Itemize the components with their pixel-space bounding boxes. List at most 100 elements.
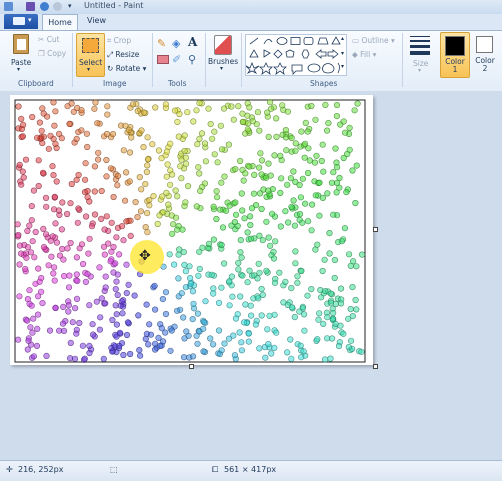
canvas-dot bbox=[231, 218, 238, 226]
canvas-dot bbox=[140, 109, 148, 116]
copy-button[interactable]: ❐ Copy bbox=[38, 49, 66, 58]
resize-handle-right[interactable] bbox=[373, 227, 378, 232]
canvas-dot bbox=[104, 111, 111, 118]
canvas-dot bbox=[258, 171, 265, 178]
canvas-dot bbox=[259, 237, 266, 244]
canvas-dot bbox=[215, 327, 223, 334]
move-cursor-icon: ✥ bbox=[139, 248, 151, 264]
canvas-size: 561 × 417px bbox=[224, 465, 277, 474]
canvas-dot bbox=[23, 254, 30, 261]
paste-button[interactable]: Paste ▾ bbox=[8, 34, 34, 76]
magnifier-tool[interactable]: ⚲ bbox=[188, 53, 196, 66]
canvas-dot bbox=[74, 277, 81, 284]
selection-size-icon: ⬚ bbox=[110, 465, 118, 474]
canvas-dot bbox=[91, 188, 98, 195]
canvas-dot bbox=[20, 174, 27, 181]
canvas-dot bbox=[276, 269, 283, 276]
canvas-dot bbox=[333, 113, 341, 120]
canvas-dot bbox=[271, 279, 279, 286]
canvas-dot bbox=[237, 293, 244, 300]
qat-dropdown-icon[interactable]: ▾ bbox=[68, 2, 72, 10]
canvas-dot bbox=[258, 285, 265, 293]
save-icon[interactable] bbox=[26, 2, 35, 11]
resize-handle-bottom[interactable] bbox=[189, 364, 194, 369]
canvas-dot bbox=[351, 107, 358, 114]
canvas-dot bbox=[302, 140, 309, 147]
canvas-dot bbox=[26, 222, 33, 229]
canvas-dot bbox=[290, 197, 297, 204]
canvas-dot bbox=[249, 118, 256, 125]
canvas-dot bbox=[30, 315, 37, 322]
canvas-dot bbox=[73, 330, 80, 337]
fill-button[interactable]: ◆ Fill ▾ bbox=[352, 50, 376, 59]
size-button[interactable]: Size ▾ bbox=[407, 34, 433, 76]
canvas-dot bbox=[128, 134, 135, 141]
brushes-button[interactable]: Brushes ▾ bbox=[208, 33, 238, 75]
canvas-dot bbox=[271, 344, 278, 351]
tab-home[interactable]: Home bbox=[42, 14, 78, 31]
pencil-tool[interactable]: ✎ bbox=[157, 37, 166, 50]
canvas-dot bbox=[121, 197, 129, 204]
canvas-dot bbox=[123, 290, 130, 297]
cut-button[interactable]: ✂ Cut bbox=[38, 35, 60, 44]
canvas-dot bbox=[338, 238, 346, 245]
canvas-dot bbox=[50, 206, 58, 213]
canvas-dot bbox=[25, 337, 32, 344]
canvas-dot bbox=[84, 143, 91, 151]
color-picker-tool[interactable]: ✐ bbox=[172, 53, 181, 66]
outline-button[interactable]: ▭ Outline ▾ bbox=[352, 36, 395, 45]
crop-icon: ⌗ bbox=[107, 36, 112, 45]
crop-button[interactable]: ⌗ Crop bbox=[107, 36, 131, 46]
window-title: Untitled - Paint bbox=[84, 1, 144, 10]
canvas-dot bbox=[308, 227, 315, 234]
resize-handle-corner[interactable] bbox=[373, 364, 378, 369]
shapes-scroll-down-icon[interactable]: ▾ bbox=[341, 50, 344, 57]
shapes-scroll-up-icon[interactable]: ▴ bbox=[341, 35, 344, 42]
color2-button[interactable]: Color 2 bbox=[471, 32, 499, 76]
redo-icon[interactable] bbox=[53, 2, 62, 11]
canvas-dot bbox=[103, 173, 110, 180]
canvas-dot bbox=[113, 311, 120, 318]
canvas-dot bbox=[34, 325, 41, 332]
canvas-dot bbox=[347, 306, 354, 313]
canvas-dot bbox=[171, 107, 179, 114]
canvas-dot bbox=[322, 288, 329, 295]
canvas-dot bbox=[305, 169, 312, 177]
color1-button[interactable]: Color 1 bbox=[440, 32, 470, 78]
select-button[interactable]: Select ▾ bbox=[76, 33, 105, 77]
canvas-dot bbox=[134, 107, 141, 115]
canvas-dot bbox=[169, 171, 176, 178]
canvas-dot bbox=[335, 343, 343, 350]
canvas-dot bbox=[82, 160, 89, 167]
canvas-dot bbox=[300, 348, 307, 355]
canvas-dot bbox=[89, 331, 97, 338]
canvas-dot bbox=[169, 230, 176, 237]
resize-button[interactable]: ⤢ Resize bbox=[107, 50, 139, 60]
brushes-dropdown-icon: ▾ bbox=[220, 65, 224, 72]
text-tool[interactable]: A bbox=[188, 35, 197, 49]
canvas-dot bbox=[189, 288, 197, 295]
shapes-expand-icon[interactable]: ▾ bbox=[341, 63, 344, 70]
eraser-tool[interactable] bbox=[157, 55, 169, 64]
canvas-dot bbox=[18, 250, 25, 257]
canvas-dot bbox=[181, 335, 188, 342]
drawing-canvas[interactable] bbox=[10, 95, 373, 365]
canvas-dot bbox=[162, 310, 170, 318]
canvas-dot bbox=[142, 335, 149, 342]
canvas-dot bbox=[328, 179, 336, 186]
canvas-dot bbox=[113, 234, 120, 241]
shapes-gallery[interactable] bbox=[245, 34, 347, 76]
canvas-dot bbox=[149, 141, 156, 148]
undo-icon[interactable] bbox=[40, 2, 49, 11]
canvas-dot bbox=[270, 255, 278, 262]
fill-tool[interactable]: ◈ bbox=[172, 37, 180, 50]
tab-view[interactable]: View bbox=[87, 16, 106, 25]
cursor-position-icon: ✛ bbox=[6, 465, 13, 474]
canvas-dot bbox=[272, 238, 279, 245]
canvas-dot bbox=[340, 118, 347, 125]
canvas-dot bbox=[319, 141, 326, 148]
canvas-dot bbox=[265, 234, 272, 241]
canvas-dot bbox=[110, 243, 117, 251]
file-menu-button[interactable]: ▾ bbox=[4, 14, 38, 29]
rotate-button[interactable]: ↻ Rotate ▾ bbox=[107, 64, 146, 73]
